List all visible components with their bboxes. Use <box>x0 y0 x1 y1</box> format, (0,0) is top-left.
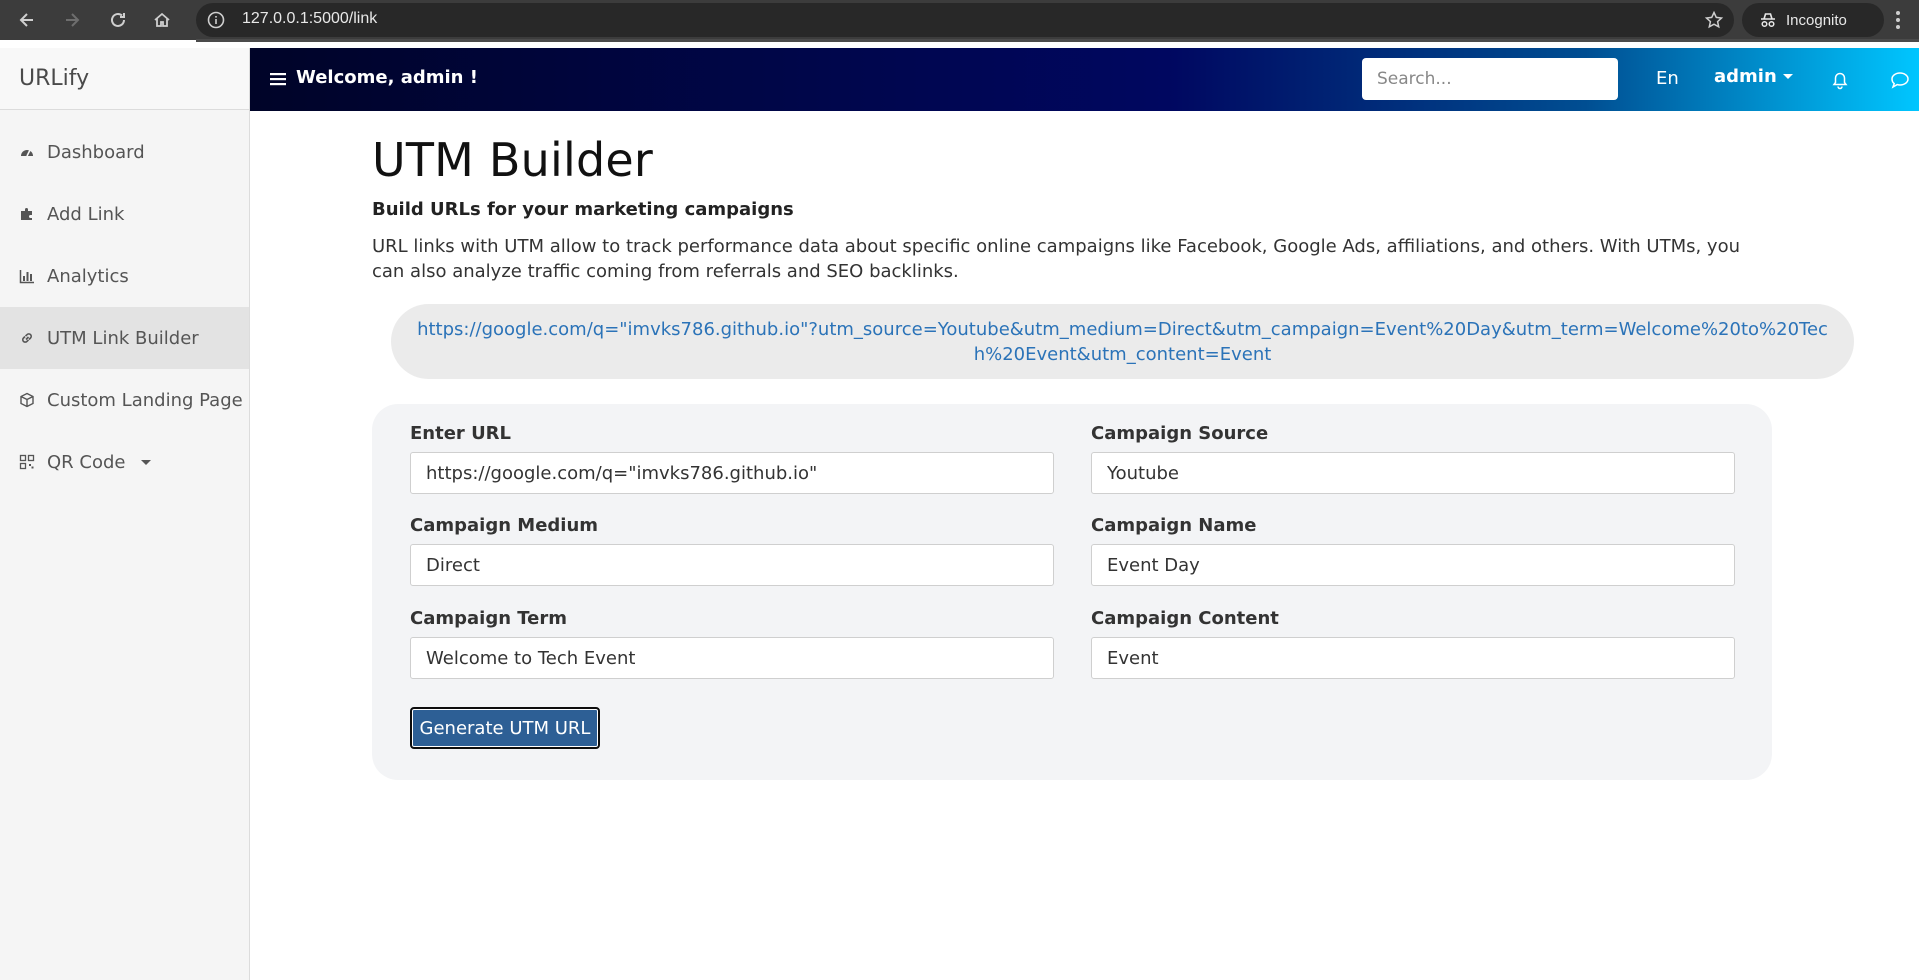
address-bar[interactable]: 127.0.0.1:5000/link <box>196 3 1734 37</box>
dashboard-icon <box>21 149 33 157</box>
bell-icon[interactable] <box>1831 70 1849 90</box>
sidebar-item-label: Analytics <box>47 265 129 287</box>
site-info-icon[interactable] <box>206 10 226 30</box>
reload-icon[interactable] <box>104 6 132 34</box>
medium-label: Campaign Medium <box>410 515 599 536</box>
bookmark-star-icon[interactable] <box>1704 10 1724 30</box>
term-label: Campaign Term <box>410 608 568 629</box>
bar-chart-icon <box>19 270 34 284</box>
name-field-group: Campaign Name <box>1091 515 1735 586</box>
sidebar-item-custom-landing-page[interactable]: Custom Landing Page <box>0 369 249 431</box>
brand-logo[interactable]: URLify <box>0 48 249 110</box>
chevron-down-icon <box>141 459 152 465</box>
sidebar-item-analytics[interactable]: Analytics <box>0 245 249 307</box>
main-content: UTM Builder Build URLs for your marketin… <box>372 111 1854 780</box>
top-app-bar: Welcome, admin ! En admin <box>250 48 1919 111</box>
generate-utm-url-button[interactable]: Generate UTM URL <box>410 707 600 749</box>
campaign-name-input[interactable] <box>1091 544 1735 586</box>
user-menu[interactable]: admin <box>1714 66 1793 87</box>
content-field-group: Campaign Content <box>1091 608 1735 679</box>
generated-url-link[interactable]: https://google.com/q="imvks786.github.io… <box>411 317 1834 367</box>
source-label: Campaign Source <box>1091 423 1269 444</box>
incognito-label: Incognito <box>1786 11 1847 29</box>
campaign-content-input[interactable] <box>1091 637 1735 679</box>
utm-form: Enter URL Campaign Source Campaign Mediu… <box>372 404 1772 780</box>
forward-arrow-icon[interactable] <box>58 6 86 34</box>
medium-field-group: Campaign Medium <box>410 515 1054 586</box>
sidebar-item-dashboard[interactable]: Dashboard <box>0 121 249 183</box>
content-label: Campaign Content <box>1091 608 1279 629</box>
campaign-source-input[interactable] <box>1091 452 1735 494</box>
campaign-medium-input[interactable] <box>410 544 1054 586</box>
browser-toolbar: 127.0.0.1:5000/link Incognito <box>0 0 1919 40</box>
home-icon[interactable] <box>148 6 176 34</box>
chat-icon[interactable] <box>1890 70 1910 90</box>
url-field-group: Enter URL <box>410 423 1054 494</box>
address-url[interactable]: 127.0.0.1:5000/link <box>242 10 377 28</box>
sidebar-item-label: Add Link <box>47 203 125 225</box>
page-load-bar <box>196 39 1919 42</box>
page-description: URL links with UTM allow to track perfor… <box>372 236 1740 282</box>
sidebar-item-qr-code[interactable]: QR Code <box>0 431 249 493</box>
browser-menu-icon[interactable] <box>1884 6 1912 34</box>
name-label: Campaign Name <box>1091 515 1257 536</box>
back-arrow-icon[interactable] <box>13 6 41 34</box>
incognito-icon <box>1761 13 1775 28</box>
qr-code-icon <box>19 454 35 470</box>
language-selector[interactable]: En <box>1656 68 1679 89</box>
user-name: admin <box>1714 66 1777 87</box>
chevron-down-icon <box>1782 74 1793 79</box>
campaign-term-input[interactable] <box>410 637 1054 679</box>
term-field-group: Campaign Term <box>410 608 1054 679</box>
sidebar-item-add-link[interactable]: Add Link <box>0 183 249 245</box>
sidebar-item-label: Dashboard <box>47 141 145 163</box>
sidebar: URLify Dashboard Add Link Analytics UTM … <box>0 48 250 980</box>
url-input[interactable] <box>410 452 1054 494</box>
generated-url-box: https://google.com/q="imvks786.github.io… <box>391 304 1854 379</box>
source-field-group: Campaign Source <box>1091 423 1735 494</box>
incognito-badge[interactable]: Incognito <box>1742 3 1884 37</box>
sidebar-item-label: Custom Landing Page <box>47 389 243 411</box>
puzzle-icon <box>21 208 32 220</box>
sidebar-item-label: UTM Link Builder <box>47 327 199 349</box>
link-icon <box>22 333 32 343</box>
sidebar-item-utm-link-builder[interactable]: UTM Link Builder <box>0 307 249 369</box>
url-label: Enter URL <box>410 423 512 444</box>
sidebar-item-label: QR Code <box>47 451 126 473</box>
page-title: UTM Builder <box>372 133 653 187</box>
page-subtitle: Build URLs for your marketing campaigns <box>372 199 794 220</box>
welcome-text: Welcome, admin ! <box>296 67 478 88</box>
search-input[interactable] <box>1362 58 1618 100</box>
hamburger-menu-icon[interactable] <box>269 70 287 88</box>
cube-icon <box>20 392 34 408</box>
sidebar-nav: Dashboard Add Link Analytics UTM Link Bu… <box>0 110 249 493</box>
